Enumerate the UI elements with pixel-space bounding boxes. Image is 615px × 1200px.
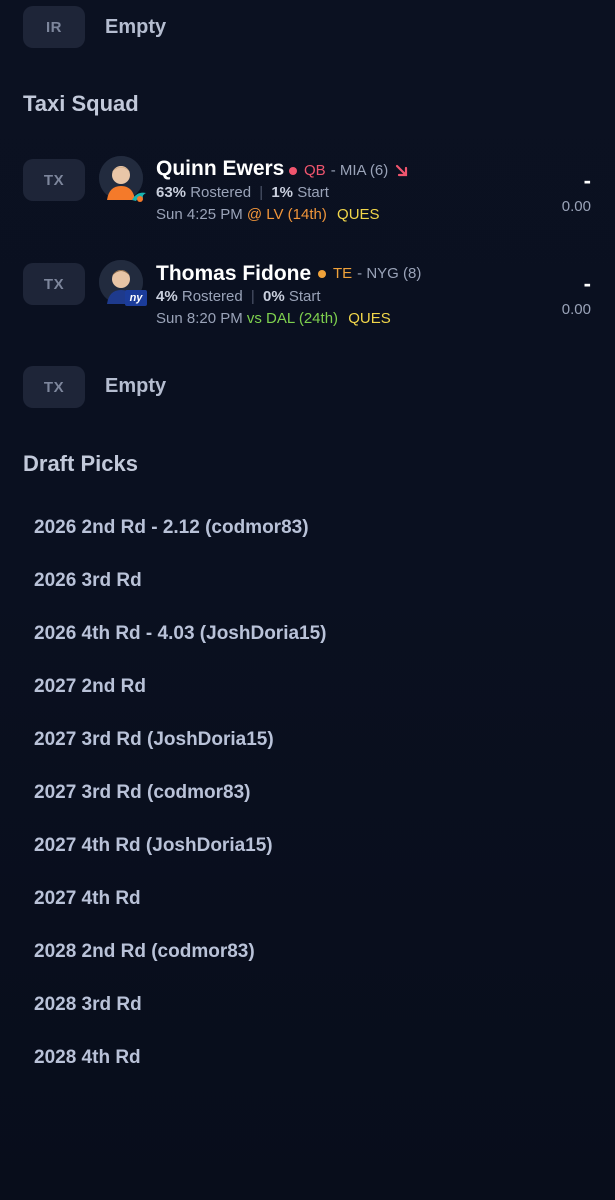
arrow-down-right-icon	[396, 164, 408, 176]
start-label: Start	[288, 288, 321, 305]
projection-value: -	[583, 168, 591, 193]
draft-pick-item: 2026 3rd Rd	[34, 570, 142, 591]
ir-slot-badge[interactable]: IR	[23, 6, 85, 48]
tx-slot-badge[interactable]: TX	[23, 366, 85, 408]
tx-badge-label: TX	[43, 171, 65, 189]
player-name[interactable]: Thomas Fidone	[156, 262, 311, 286]
status-dot-icon	[289, 166, 297, 175]
start-label: Start	[297, 184, 329, 201]
draft-picks-title: Draft Picks	[23, 451, 138, 476]
draft-pick-item: 2027 4th Rd	[34, 888, 141, 909]
matchup: vs DAL (24th)	[246, 310, 339, 327]
game-time: Sun 8:20 PM	[156, 310, 243, 327]
tx-badge-label: TX	[43, 275, 65, 293]
draft-pick-item: 2027 3rd Rd (codmor83)	[34, 782, 251, 803]
tx-slot-badge[interactable]: TX	[23, 263, 85, 305]
player-stat-line: 63% Rostered | 1% Start	[156, 184, 329, 201]
team-info: - MIA (6)	[330, 162, 389, 179]
draft-pick-item: 2027 3rd Rd (JoshDoria15)	[34, 729, 274, 750]
status-dot-icon	[318, 269, 326, 278]
player-game-line: Sun 8:20 PM vs DAL (24th) QUES	[156, 310, 391, 327]
points-value: 0.00	[561, 198, 591, 215]
matchup: @ LV (14th)	[246, 206, 327, 223]
player-projection: - 0.00	[561, 271, 591, 319]
player-stat-line: 4% Rostered | 0% Start	[156, 288, 321, 305]
position-label: QB	[304, 162, 326, 179]
player-avatar[interactable]: ny	[99, 260, 147, 306]
game-time: Sun 4:25 PM	[156, 206, 243, 223]
tx-empty-label: Empty	[105, 375, 167, 397]
draft-pick-item: 2028 3rd Rd	[34, 994, 142, 1015]
position-label: TE	[333, 265, 353, 282]
player-game-line: Sun 4:25 PM @ LV (14th) QUES	[156, 206, 380, 223]
ir-empty-label: Empty	[105, 16, 167, 38]
draft-pick-item: 2027 2nd Rd	[34, 676, 146, 697]
team-logo-giants-icon: ny	[125, 290, 147, 306]
tx-badge-label: TX	[43, 378, 65, 396]
start-pct: 1%	[271, 184, 294, 201]
player-position-line: QB - MIA (6)	[289, 162, 410, 179]
injury-status: QUES	[348, 310, 391, 327]
draft-pick-item: 2028 4th Rd	[34, 1047, 141, 1068]
draft-pick-item: 2027 4th Rd (JoshDoria15)	[34, 835, 273, 856]
player-projection: - 0.00	[561, 168, 591, 216]
team-info: - NYG (8)	[357, 265, 422, 282]
player-position-line: TE - NYG (8)	[318, 265, 421, 282]
rostered-pct: 4%	[156, 288, 178, 305]
player-avatar[interactable]	[99, 156, 146, 202]
ir-badge-label: IR	[46, 18, 62, 36]
draft-pick-item: 2028 2nd Rd (codmor83)	[34, 941, 255, 962]
player-name[interactable]: Quinn Ewers	[156, 157, 284, 181]
team-logo-dolphins-icon	[132, 192, 146, 202]
taxi-squad-title: Taxi Squad	[23, 91, 139, 116]
rostered-pct: 63%	[156, 184, 187, 201]
start-pct: 0%	[262, 288, 285, 305]
injury-status: QUES	[337, 206, 380, 223]
projection-value: -	[583, 271, 591, 296]
draft-pick-item: 2026 4th Rd - 4.03 (JoshDoria15)	[34, 623, 327, 644]
tx-slot-badge[interactable]: TX	[23, 159, 85, 201]
points-value: 0.00	[561, 301, 591, 318]
rostered-label: Rostered	[190, 184, 252, 201]
draft-pick-item: 2026 2nd Rd - 2.12 (codmor83)	[34, 517, 309, 538]
rostered-label: Rostered	[181, 288, 243, 305]
